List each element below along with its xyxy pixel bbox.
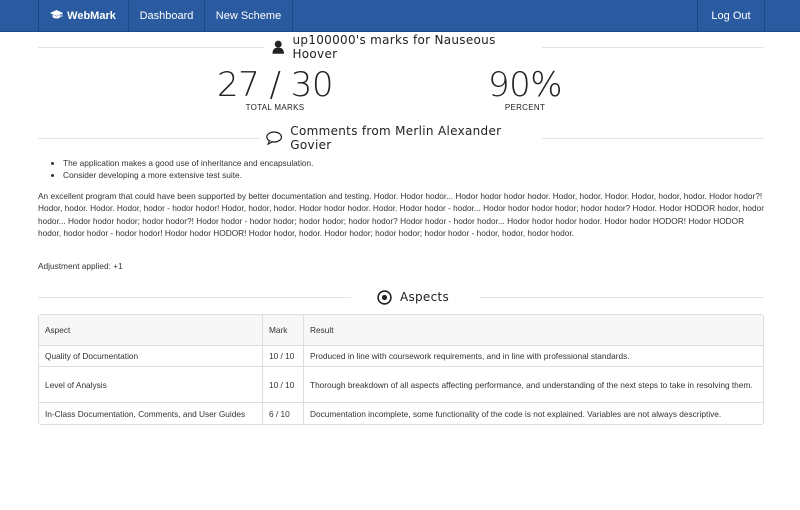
marks-title: up100000's marks for Nauseous Hoover — [292, 33, 496, 61]
comments-section-header: Comments from Merlin Alexander Govier — [38, 124, 764, 152]
marks-section-header: up100000's marks for Nauseous Hoover — [38, 33, 764, 61]
target-icon — [377, 289, 392, 305]
speech-bubble-icon — [266, 131, 283, 145]
header-rule — [38, 47, 264, 48]
comments-title: Comments from Merlin Alexander Govier — [290, 124, 502, 152]
aspect-cell: Level of Analysis — [39, 366, 262, 402]
percent-value: 90% — [487, 65, 563, 105]
result-cell: Produced in line with coursework require… — [303, 345, 763, 366]
column-header-result: Result — [303, 315, 763, 345]
header-rule — [38, 138, 260, 139]
table-row: Quality of Documentation 10 / 10 Produce… — [39, 345, 763, 366]
total-marks-value: 27 / 30 — [216, 65, 334, 105]
table-row: Level of Analysis 10 / 10 Thorough break… — [39, 366, 763, 402]
total-marks-stat: 27 / 30 TOTAL MARKS — [195, 68, 355, 112]
aspect-cell: In-Class Documentation, Comments, and Us… — [39, 402, 262, 424]
comments-heading: Comments from Merlin Alexander Govier — [266, 124, 536, 152]
aspects-table: Aspect Mark Result Quality of Documentat… — [38, 314, 764, 425]
aspects-heading: Aspects — [358, 289, 468, 305]
comment-bullet-list: The application makes a good use of inhe… — [50, 157, 314, 181]
mark-cell: 10 / 10 — [262, 345, 303, 366]
nav-divider — [764, 0, 765, 32]
comment-bullet: Consider developing a more extensive tes… — [50, 169, 313, 181]
user-icon — [272, 40, 284, 54]
table-header-row: Aspect Mark Result — [39, 315, 763, 345]
result-cell: Documentation incomplete, some functiona… — [303, 402, 763, 424]
logout-link[interactable]: Log Out — [698, 0, 764, 32]
header-rule — [38, 297, 351, 298]
header-rule — [542, 47, 764, 48]
graduation-cap-icon — [50, 10, 64, 19]
comment-bullet: The application makes a good use of inhe… — [50, 158, 314, 168]
top-navbar: WebMark Dashboard New Scheme Log Out — [0, 0, 800, 32]
result-cell: Thorough breakdown of all aspects affect… — [303, 366, 763, 402]
brand-link[interactable]: WebMark — [38, 0, 128, 32]
table-row: In-Class Documentation, Comments, and Us… — [39, 402, 763, 424]
mark-cell: 6 / 10 — [262, 402, 303, 424]
nav-new-scheme[interactable]: New Scheme — [205, 0, 292, 32]
percent-label: PERCENT — [504, 103, 546, 112]
header-rule — [542, 138, 764, 139]
nav-dashboard[interactable]: Dashboard — [129, 0, 204, 32]
percent-stat: 90% PERCENT — [445, 68, 605, 112]
aspects-title: Aspects — [399, 290, 450, 304]
brand-label: WebMark — [67, 10, 116, 22]
column-header-aspect: Aspect — [39, 315, 262, 345]
marks-heading: up100000's marks for Nauseous Hoover — [272, 33, 534, 61]
comment-paragraph: An excellent program that could have bee… — [38, 191, 764, 239]
aspect-cell: Quality of Documentation — [39, 345, 262, 366]
mark-cell: 10 / 10 — [262, 366, 303, 402]
aspects-section-header: Aspects — [38, 289, 764, 305]
column-header-mark: Mark — [262, 315, 303, 345]
header-rule — [480, 297, 764, 298]
nav-divider — [292, 0, 293, 32]
adjustment-text: Adjustment applied: +1 — [38, 261, 123, 271]
